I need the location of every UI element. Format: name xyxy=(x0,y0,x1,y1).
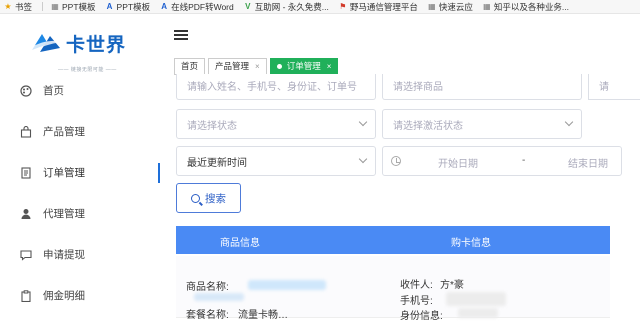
sidebar-item-label: 申请提现 xyxy=(43,249,85,261)
search-button[interactable]: 搜索 xyxy=(176,183,241,213)
grid-icon: ▦ xyxy=(483,1,491,11)
sidebar-item-label: 代理管理 xyxy=(43,208,85,220)
bookmark-label: PPT模板 xyxy=(62,1,96,12)
chat-icon xyxy=(20,249,32,261)
close-icon[interactable]: × xyxy=(327,59,332,74)
grid-icon: ▦ xyxy=(428,1,436,11)
search-icon xyxy=(191,193,200,203)
table-header: 商品信息 购卡信息 xyxy=(176,226,610,254)
bookmark-item[interactable]: A PPT模板 xyxy=(106,1,151,13)
bookmark-item[interactable]: ▦ 知乎以及各种业务... xyxy=(483,1,569,13)
bookmark-item[interactable]: ⚑ 野马通信管理平台 xyxy=(339,1,418,13)
status-placeholder: 请选择状态 xyxy=(187,120,237,132)
bookmark-item[interactable]: V 互助网 - 永久免费... xyxy=(244,1,329,13)
bookmark-item[interactable]: ▦ 快速云应 xyxy=(428,1,473,13)
receiver-value: 方*豪 xyxy=(440,280,464,291)
bookmark-label: PPT模板 xyxy=(116,1,151,12)
sidebar-item-products[interactable]: 产品管理 xyxy=(0,111,160,152)
brand-logo[interactable]: 卡世界 —— 链接无限可能 —— xyxy=(30,30,140,74)
redacted-phone xyxy=(446,292,506,306)
product-name-label: 商品名称: xyxy=(186,282,229,293)
flag-icon: ⚑ xyxy=(339,1,347,11)
bookmark-label: 野马通信管理平台 xyxy=(349,1,418,12)
a-logo-icon: A xyxy=(106,1,113,11)
bookmark-label: 在线PDF转Word xyxy=(171,1,234,12)
product-placeholder: 请选择商品 xyxy=(393,82,443,93)
sidebar-menu: 首页 产品管理 订单管理 代理管理 申请提现 佣金明细 xyxy=(0,70,160,316)
tab-products[interactable]: 产品管理 × xyxy=(208,58,267,75)
tab-label: 首页 xyxy=(181,61,199,71)
sidebar-item-orders[interactable]: 订单管理 xyxy=(0,152,160,193)
sort-value: 最近更新时间 xyxy=(187,157,247,169)
activation-select[interactable]: 请选择激活状态 xyxy=(382,109,582,139)
tab-home[interactable]: 首页 xyxy=(174,58,206,75)
phone-label: 手机号: xyxy=(400,296,433,307)
chevron-down-icon xyxy=(358,117,368,127)
redacted-product-extra xyxy=(194,293,244,301)
receiver-label: 收件人: xyxy=(400,280,433,291)
brand-logo-icon xyxy=(30,34,62,52)
v-logo-icon: V xyxy=(245,1,251,11)
a-logo-icon: A xyxy=(161,1,167,11)
star-icon: ★ xyxy=(4,1,12,11)
chevron-down-icon xyxy=(564,117,574,127)
date-end[interactable]: 结束日期 xyxy=(568,155,608,170)
sidebar-item-agents[interactable]: 代理管理 xyxy=(0,193,160,234)
date-separator: - xyxy=(522,155,526,166)
keyword-input[interactable]: 请输入姓名、手机号、身份证、订单号 xyxy=(176,74,376,100)
status-select[interactable]: 请选择状态 xyxy=(176,109,376,139)
close-icon[interactable]: × xyxy=(255,59,260,74)
brand-name: 卡世界 xyxy=(66,35,127,56)
sidebar-item-commission[interactable]: 佣金明细 xyxy=(0,275,160,316)
sidebar: 卡世界 —— 链接无限可能 —— 首页 产品管理 订单管理 代理管理 申请提现 … xyxy=(0,14,160,318)
activation-placeholder: 请选择激活状态 xyxy=(393,120,463,132)
column-header-purchase: 购卡信息 xyxy=(451,238,491,249)
tab-label: 产品管理 xyxy=(215,61,250,71)
sidebar-item-home[interactable]: 首页 xyxy=(0,70,160,111)
bookmark-separator xyxy=(42,2,44,11)
sidebar-item-label: 首页 xyxy=(43,85,64,97)
sidebar-item-label: 订单管理 xyxy=(43,167,85,179)
tab-label: 订单管理 xyxy=(286,61,321,71)
document-icon xyxy=(20,166,32,179)
redacted-idinfo xyxy=(458,308,498,318)
bookmark-label: 互助网 - 永久免费... xyxy=(254,1,329,12)
clipboard-icon xyxy=(20,289,32,302)
search-button-label: 搜索 xyxy=(205,192,226,205)
extra-placeholder: 请 xyxy=(599,82,609,93)
product-select[interactable]: 请选择商品 xyxy=(382,74,582,100)
bookmark-label: 书签 xyxy=(15,1,33,12)
redacted-product-name xyxy=(248,280,326,290)
clock-icon xyxy=(391,156,401,166)
sidebar-item-label: 佣金明细 xyxy=(43,290,85,302)
sort-select[interactable]: 最近更新时间 xyxy=(176,146,376,176)
person-icon xyxy=(20,208,32,220)
tab-orders[interactable]: 订单管理 × xyxy=(269,58,339,75)
menu-toggle-icon[interactable] xyxy=(174,30,188,42)
palette-icon xyxy=(20,84,32,97)
bag-icon xyxy=(20,125,32,138)
sidebar-item-withdraw[interactable]: 申请提现 xyxy=(0,234,160,275)
bookmarks-bar: ★ 书签 ▦ PPT模板 A PPT模板 A 在线PDF转Word V 互助网 - 永久免费...… xyxy=(0,0,640,14)
sidebar-item-label: 产品管理 xyxy=(43,126,85,138)
bookmark-item[interactable]: A 在线PDF转Word xyxy=(160,1,234,13)
grid-icon: ▦ xyxy=(51,1,59,11)
chevron-down-icon xyxy=(358,154,368,164)
bookmark-item[interactable]: ★ 书签 xyxy=(4,1,32,13)
date-start[interactable]: 开始日期 xyxy=(438,155,478,170)
bookmark-item[interactable]: ▦ PPT模板 xyxy=(51,1,96,13)
active-dot-icon xyxy=(276,64,282,69)
idinfo-label: 身份信息: xyxy=(400,311,443,322)
bookmark-label: 快速云应 xyxy=(438,1,473,12)
column-header-product: 商品信息 xyxy=(220,238,260,249)
keyword-placeholder: 请输入姓名、手机号、身份证、订单号 xyxy=(187,82,357,93)
package-name-label: 套餐名称: xyxy=(186,310,229,321)
extra-select[interactable]: 请 xyxy=(588,74,640,100)
date-range-picker[interactable]: 开始日期 - 结束日期 xyxy=(382,146,622,176)
table-row: 商品名称: 套餐名称: 流量卡畅… 收件人: 方*豪 手机号: 身份信息: xyxy=(176,256,610,322)
package-name-value: 流量卡畅… xyxy=(238,310,288,321)
bookmark-label: 知乎以及各种业务... xyxy=(493,1,569,12)
